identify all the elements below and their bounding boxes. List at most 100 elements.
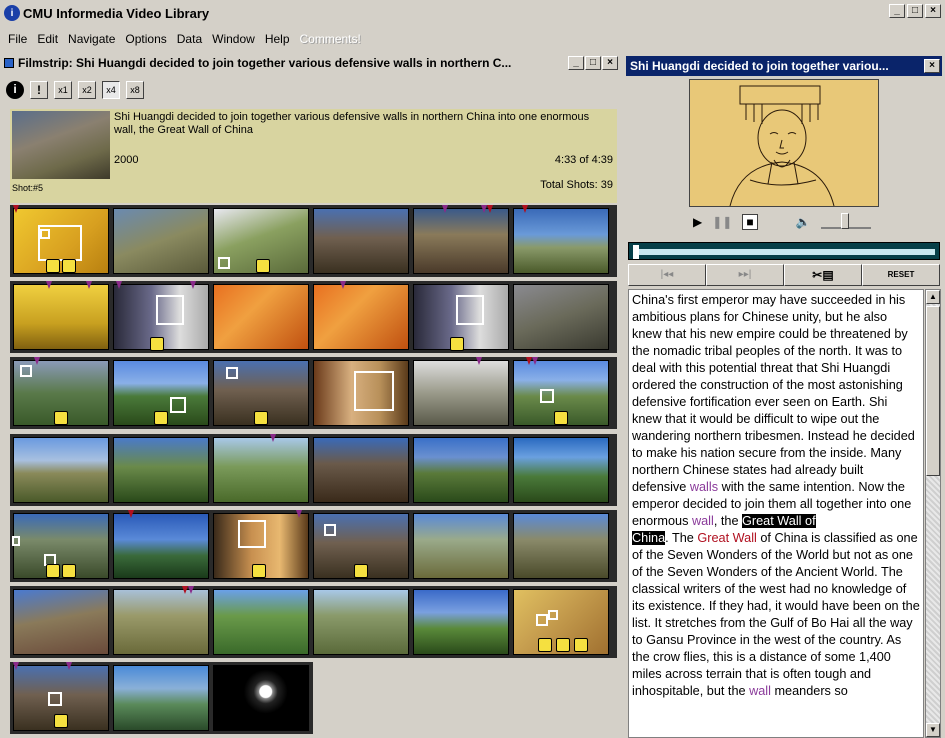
- menu-bar: File Edit Navigate Options Data Window H…: [0, 29, 945, 49]
- volume-icon: 🔈: [795, 215, 811, 229]
- menu-window[interactable]: Window: [212, 32, 255, 46]
- shot-time: 4:33 of 4:39: [554, 154, 613, 166]
- next-shot-button[interactable]: ▸▸|: [706, 264, 784, 286]
- thumbnail-shot[interactable]: [213, 513, 309, 579]
- previous-shot-button[interactable]: |◂◂: [628, 264, 706, 286]
- face-icon: [150, 337, 164, 351]
- thumbnail-shot[interactable]: [113, 665, 209, 731]
- thumbnail-shot[interactable]: [513, 513, 609, 579]
- thumbnail-shot[interactable]: [313, 208, 409, 274]
- thumbnail-shot[interactable]: [213, 360, 309, 426]
- thumbnail-shot[interactable]: [513, 208, 609, 274]
- keyword-great-wall: Great Wall: [697, 531, 757, 545]
- emperor-portrait-image: [690, 80, 878, 207]
- app-title-bar: i CMU Informedia Video Library _ □ ×: [0, 0, 945, 26]
- keyword-walls: walls: [689, 480, 719, 494]
- thumbnail-shot[interactable]: [113, 513, 209, 579]
- thumbnail-shot[interactable]: [113, 437, 209, 503]
- thumbnail-shot[interactable]: [213, 665, 309, 731]
- face-icon: [254, 411, 268, 425]
- thumbnail-shot[interactable]: [413, 360, 509, 426]
- transcript-scrollbar[interactable]: ▲ ▼: [925, 289, 941, 738]
- thumbnail-shot[interactable]: [413, 589, 509, 655]
- thumbnail-shot[interactable]: [513, 589, 609, 655]
- video-window: Shi Huangdi decided to join together var…: [623, 52, 945, 738]
- thumbnail-shot[interactable]: [113, 589, 209, 655]
- extract-clip-icon[interactable]: ✂▤: [784, 264, 862, 286]
- current-shot-thumbnail[interactable]: [12, 111, 110, 179]
- thumbnail-shot[interactable]: [413, 513, 509, 579]
- face-icon: [62, 259, 76, 273]
- face-icon: [538, 638, 552, 652]
- face-icon: [556, 638, 570, 652]
- video-close-button[interactable]: ×: [924, 59, 940, 73]
- maximize-button[interactable]: □: [907, 4, 923, 18]
- thumbnail-shot[interactable]: [13, 360, 109, 426]
- scroll-up-icon[interactable]: ▲: [926, 290, 940, 304]
- scroll-down-icon[interactable]: ▼: [926, 723, 940, 737]
- thumbnail-shot[interactable]: [313, 437, 409, 503]
- menu-edit[interactable]: Edit: [37, 32, 58, 46]
- play-icon[interactable]: ▶: [693, 215, 702, 229]
- thumbnail-shot[interactable]: [12, 513, 109, 579]
- marker-toggle-button[interactable]: !: [30, 81, 48, 99]
- menu-file[interactable]: File: [8, 32, 27, 46]
- minimize-button[interactable]: _: [889, 4, 905, 18]
- filmstrip-window: Filmstrip: Shi Huangdi decided to join t…: [0, 52, 622, 738]
- face-icon: [46, 259, 60, 273]
- thumbnail-shot[interactable]: [313, 284, 409, 350]
- filmstrip-toolbar: i ! x1 x2 x4 x8: [6, 79, 144, 101]
- video-frame[interactable]: [689, 79, 879, 207]
- face-icon: [46, 564, 60, 578]
- thumbnail-shot[interactable]: [513, 284, 609, 350]
- thumbnail-shot[interactable]: [213, 208, 309, 274]
- thumbnail-shot[interactable]: [413, 208, 509, 274]
- thumbnail-shot[interactable]: [413, 284, 509, 351]
- thumbnail-shot[interactable]: [13, 589, 109, 655]
- close-button[interactable]: ×: [925, 4, 941, 18]
- menu-options[interactable]: Options: [125, 32, 166, 46]
- keyword-wall: wall: [691, 514, 714, 528]
- info-icon[interactable]: i: [6, 81, 24, 99]
- playback-progress-slider[interactable]: [628, 242, 940, 260]
- thumbnail-shot[interactable]: [113, 208, 209, 274]
- stop-icon[interactable]: ■: [742, 214, 758, 230]
- face-icon: [154, 411, 168, 425]
- thumbnail-shot[interactable]: [513, 437, 609, 503]
- keyword-wall: wall: [749, 684, 771, 698]
- scrollbar-thumb[interactable]: [926, 306, 940, 476]
- thumbnail-shot[interactable]: [313, 589, 409, 655]
- progress-handle[interactable]: [633, 245, 639, 259]
- thumbnail-shot[interactable]: [13, 437, 109, 503]
- transcript-text[interactable]: China's first emperor may have succeeded…: [628, 289, 924, 738]
- menu-data[interactable]: Data: [177, 32, 202, 46]
- transcript-segment: China's first emperor may have succeeded…: [632, 293, 915, 494]
- filmstrip-maximize-button[interactable]: □: [585, 56, 601, 70]
- zoom-x4-button[interactable]: x4: [102, 81, 120, 99]
- menu-navigate[interactable]: Navigate: [68, 32, 115, 46]
- face-icon: [256, 259, 270, 273]
- face-icon: [354, 564, 368, 578]
- thumbnail-shot[interactable]: [13, 665, 109, 731]
- zoom-x8-button[interactable]: x8: [126, 81, 144, 99]
- thumbnail-shot[interactable]: [113, 360, 209, 426]
- reset-button[interactable]: RESET: [862, 264, 940, 286]
- filmstrip-minimize-button[interactable]: _: [568, 56, 584, 70]
- filmstrip-close-button[interactable]: ×: [602, 56, 618, 70]
- thumbnail-shot[interactable]: [13, 208, 109, 274]
- zoom-x2-button[interactable]: x2: [78, 81, 96, 99]
- face-icon: [54, 714, 68, 728]
- menu-help[interactable]: Help: [265, 32, 290, 46]
- thumbnail-shot[interactable]: [513, 360, 609, 426]
- thumbnail-shot[interactable]: [213, 284, 309, 350]
- thumbnail-shot[interactable]: [113, 284, 209, 351]
- thumbnail-shot[interactable]: [413, 437, 509, 503]
- zoom-x1-button[interactable]: x1: [54, 81, 72, 99]
- thumbnail-shot[interactable]: [213, 589, 309, 655]
- thumbnail-shot[interactable]: [213, 437, 309, 503]
- thumbnail-shot[interactable]: [13, 284, 109, 350]
- volume-slider[interactable]: [820, 213, 871, 229]
- thumbnail-shot[interactable]: [313, 513, 409, 579]
- thumbnail-shot[interactable]: [313, 360, 409, 426]
- pause-icon[interactable]: ❚❚: [712, 215, 732, 229]
